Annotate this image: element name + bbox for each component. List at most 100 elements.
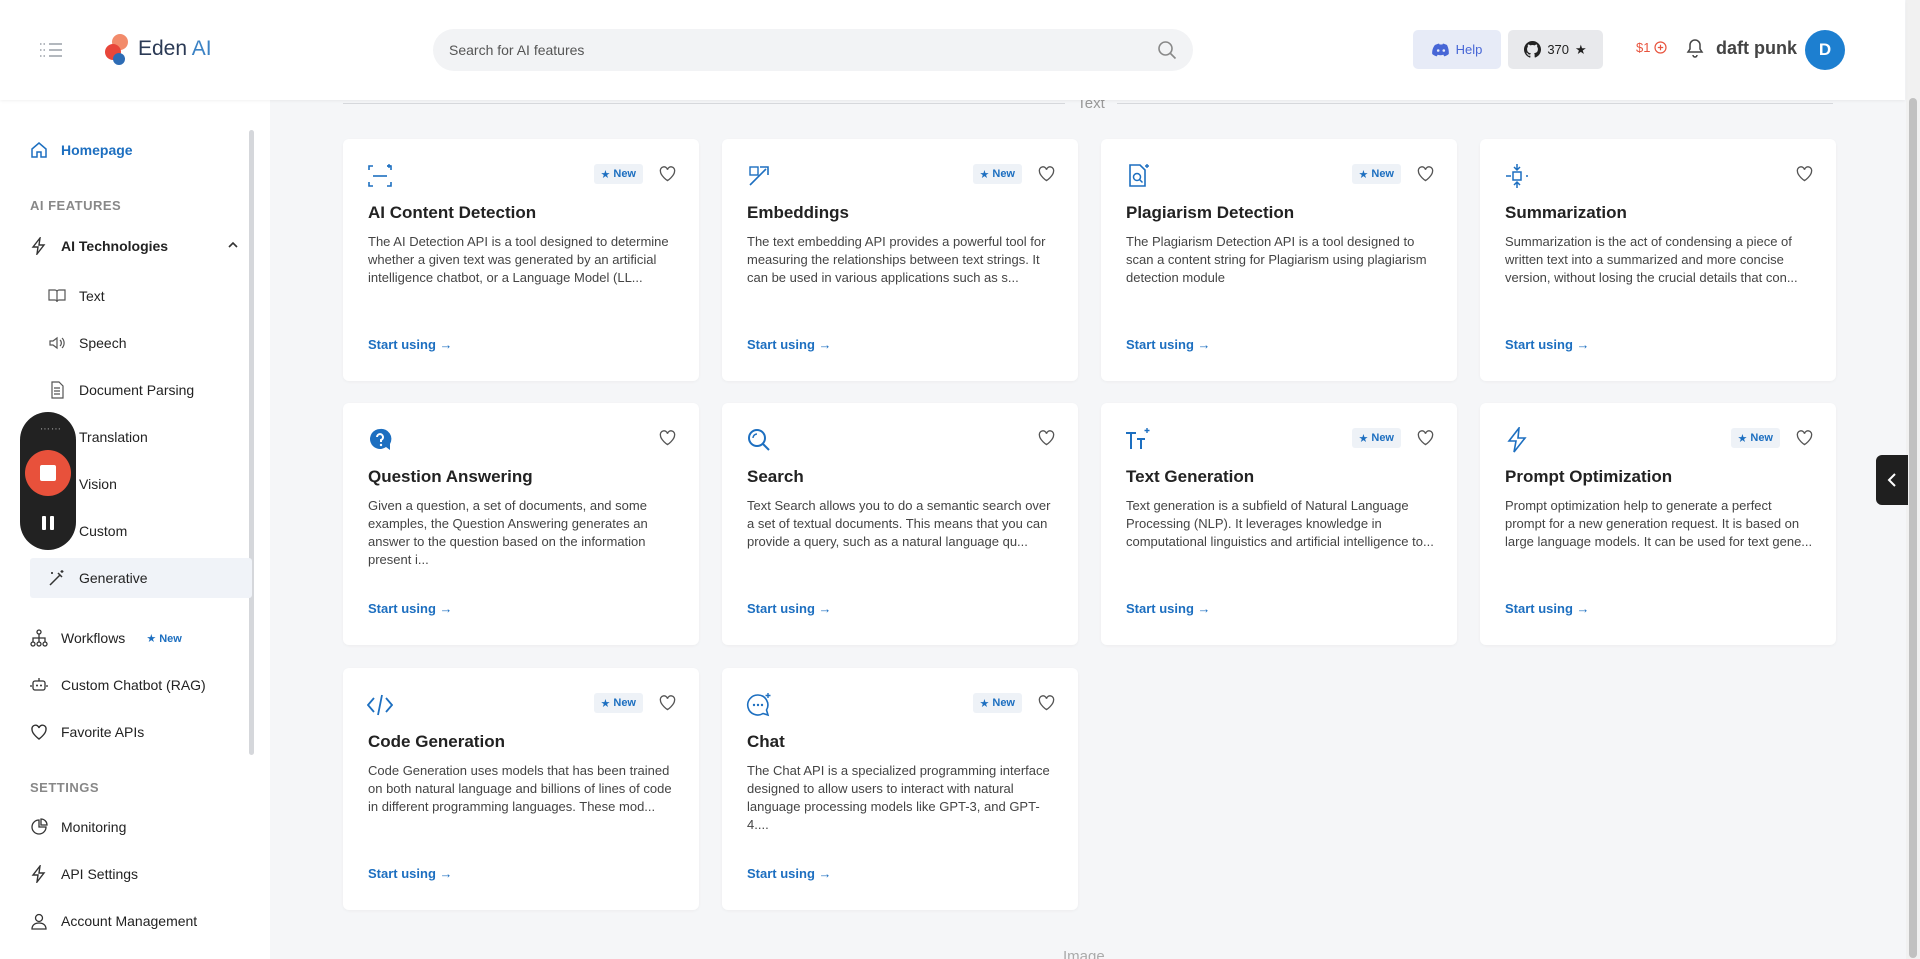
top-header: Eden AI Help 370 ★ $1 daft punk D bbox=[0, 0, 1905, 100]
start-using-link[interactable]: Start using → bbox=[368, 866, 453, 881]
card-description: Given a question, a set of documents, an… bbox=[368, 498, 648, 567]
side-panel-toggle[interactable] bbox=[1876, 455, 1908, 505]
drag-handle-icon[interactable]: ⋯⋯ bbox=[40, 424, 62, 435]
sidebar-item-custom-chatbot[interactable]: Custom Chatbot (RAG) bbox=[30, 665, 252, 705]
favorite-heart-icon[interactable] bbox=[659, 166, 676, 182]
start-using-link[interactable]: Start using → bbox=[1126, 601, 1211, 616]
page-scrollbar-thumb[interactable] bbox=[1909, 98, 1917, 958]
feature-card-summarization[interactable]: Summarization Summarization is the act of… bbox=[1480, 139, 1836, 381]
sidebar-item-api-settings[interactable]: API Settings bbox=[30, 854, 252, 894]
card-title: Code Generation bbox=[368, 732, 505, 751]
card-description: The AI Detection API is a tool designed … bbox=[368, 234, 669, 285]
feature-card-search[interactable]: Search Text Search allows you to do a sem… bbox=[722, 403, 1078, 645]
question-bubble-icon bbox=[370, 428, 392, 450]
recording-widget[interactable]: ⋯⋯ bbox=[20, 412, 76, 550]
star-icon: ★ bbox=[979, 168, 990, 181]
start-using-link[interactable]: Start using → bbox=[1126, 337, 1211, 352]
star-icon: ★ bbox=[1575, 41, 1587, 57]
sidebar-item-favorite-apis[interactable]: Favorite APIs bbox=[30, 712, 252, 752]
sidebar-item-homepage[interactable]: Homepage bbox=[30, 130, 252, 170]
credit-balance[interactable]: $1 bbox=[1636, 40, 1668, 55]
favorite-heart-icon[interactable] bbox=[1417, 166, 1434, 182]
feature-card-code-generation[interactable]: ★ New Code Generation Code Generation uses … bbox=[343, 668, 699, 910]
favorite-heart-icon[interactable] bbox=[1417, 430, 1434, 446]
username[interactable]: daft punk bbox=[1716, 38, 1797, 59]
feature-card-ai-content-detection[interactable]: ★ New AI Content Detection The AI Detection… bbox=[343, 139, 699, 381]
menu-toggle-icon[interactable] bbox=[38, 41, 64, 59]
discord-icon bbox=[1431, 43, 1449, 56]
start-using-link[interactable]: Start using → bbox=[368, 601, 453, 616]
start-using-link[interactable]: Start using → bbox=[1505, 337, 1590, 352]
favorite-heart-icon[interactable] bbox=[1038, 166, 1055, 182]
workflow-icon bbox=[30, 629, 48, 647]
sidebar-item-document-parsing[interactable]: Document Parsing bbox=[30, 370, 252, 410]
star-icon: ★ bbox=[1358, 168, 1369, 181]
sidebar-item-generative[interactable]: Generative bbox=[30, 558, 252, 598]
github-icon bbox=[1524, 41, 1542, 58]
github-stars: 370 bbox=[1547, 42, 1570, 57]
card-title: Prompt Optimization bbox=[1505, 467, 1673, 486]
start-using-link[interactable]: Start using → bbox=[747, 601, 832, 616]
user-icon bbox=[31, 913, 47, 930]
search-icon[interactable] bbox=[1157, 40, 1177, 60]
section-label-image: Image bbox=[1063, 948, 1105, 959]
star-icon: ★ bbox=[1737, 432, 1748, 445]
feature-card-question-answering[interactable]: Question Answering Given a question, a se… bbox=[343, 403, 699, 645]
new-badge: ★ New bbox=[593, 164, 643, 184]
github-button[interactable]: 370 ★ bbox=[1508, 30, 1603, 69]
favorite-heart-icon[interactable] bbox=[1796, 166, 1813, 182]
card-title: Question Answering bbox=[368, 467, 533, 486]
book-icon bbox=[48, 289, 66, 303]
section-divider-text: Text bbox=[343, 95, 1833, 112]
vector-icon bbox=[749, 166, 769, 186]
card-title: AI Content Detection bbox=[368, 203, 537, 222]
text-sparkle-icon bbox=[1126, 428, 1150, 449]
eden-logo-icon bbox=[105, 34, 128, 65]
start-using-link[interactable]: Start using → bbox=[747, 866, 832, 881]
start-using-link[interactable]: Start using → bbox=[747, 337, 832, 352]
card-description: The text embedding API provides a powerf… bbox=[747, 234, 1046, 285]
favorite-heart-icon[interactable] bbox=[1038, 695, 1055, 711]
card-description: Text generation is a subfield of Natural… bbox=[1126, 498, 1434, 549]
star-icon: ★ bbox=[1358, 432, 1369, 445]
sidebar-item-workflows[interactable]: Workflows ★ New bbox=[30, 618, 252, 658]
feature-card-embeddings[interactable]: ★ New Embeddings The text embedding API pro… bbox=[722, 139, 1078, 381]
bolt-icon bbox=[1507, 427, 1527, 453]
add-credit-icon[interactable] bbox=[1654, 41, 1668, 54]
scan-sparkle-icon bbox=[368, 164, 392, 187]
code-icon bbox=[367, 694, 393, 716]
sidebar-item-ai-technologies[interactable]: AI Technologies bbox=[30, 226, 252, 266]
sidebar-item-monitoring[interactable]: Monitoring bbox=[30, 807, 252, 847]
home-icon bbox=[31, 142, 47, 158]
feature-card-text-generation[interactable]: ★ New Text Generation Text generation is a … bbox=[1101, 403, 1457, 645]
start-using-link[interactable]: Start using → bbox=[368, 337, 453, 352]
card-title: Chat bbox=[747, 732, 785, 751]
feature-card-chat[interactable]: ★ New Chat The Chat API is a specialized pr… bbox=[722, 668, 1078, 910]
favorite-heart-icon[interactable] bbox=[659, 430, 676, 446]
sidebar-item-speech[interactable]: Speech bbox=[30, 323, 252, 363]
bolt-icon bbox=[31, 237, 46, 255]
card-description: Text Search allows you to do a semantic … bbox=[747, 498, 1051, 549]
eden-logo[interactable]: Eden AI bbox=[104, 32, 212, 66]
search-input[interactable] bbox=[449, 42, 1157, 58]
feature-card-prompt-optimization[interactable]: ★ New Prompt Optimization Prompt optimizati… bbox=[1480, 403, 1836, 645]
help-button[interactable]: Help bbox=[1413, 30, 1501, 69]
favorite-heart-icon[interactable] bbox=[659, 695, 676, 711]
bell-icon[interactable] bbox=[1686, 38, 1704, 58]
sidebar-item-account-management[interactable]: Account Management bbox=[30, 901, 252, 941]
sidebar-item-text[interactable]: Text bbox=[30, 276, 252, 316]
favorite-heart-icon[interactable] bbox=[1038, 430, 1055, 446]
page-scrollbar[interactable] bbox=[1906, 0, 1920, 959]
favorite-heart-icon[interactable] bbox=[1796, 430, 1813, 446]
feature-card-plagiarism-detection[interactable]: ★ New Plagiarism Detection The Plagiarism D… bbox=[1101, 139, 1457, 381]
chevron-up-icon[interactable] bbox=[228, 240, 238, 250]
search-bar[interactable] bbox=[433, 29, 1193, 71]
help-label: Help bbox=[1455, 42, 1483, 57]
stop-recording-button[interactable] bbox=[25, 450, 71, 496]
new-badge: ★ New bbox=[1351, 428, 1401, 448]
pause-button[interactable] bbox=[39, 516, 57, 532]
avatar[interactable]: D bbox=[1805, 30, 1845, 70]
start-using-link[interactable]: Start using → bbox=[1505, 601, 1590, 616]
section-ai-features: AI FEATURES bbox=[30, 198, 122, 213]
card-title: Search bbox=[747, 467, 804, 486]
